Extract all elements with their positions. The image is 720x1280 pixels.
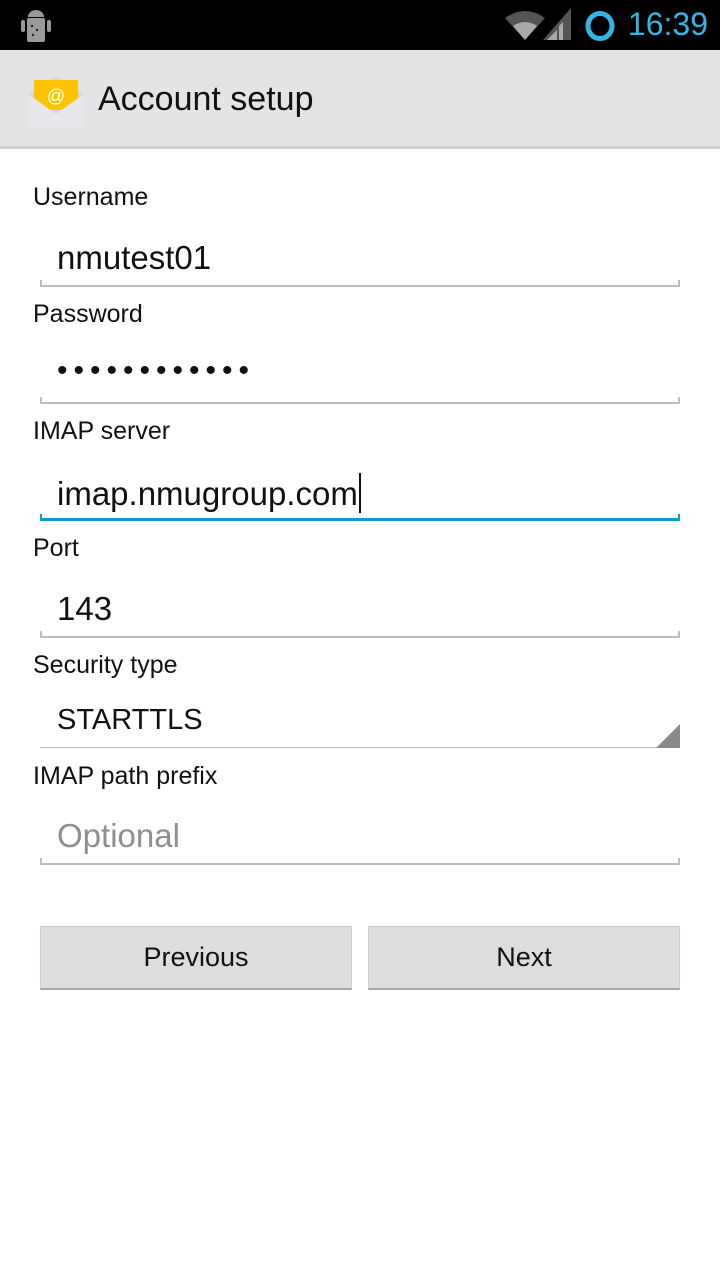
wifi-icon: [505, 11, 545, 40]
text-cursor: [358, 473, 361, 513]
imap-server-input[interactable]: imap.nmugroup.com: [40, 461, 680, 521]
email-app-icon[interactable]: @: [26, 72, 86, 130]
previous-button[interactable]: Previous: [40, 926, 352, 990]
dropdown-triangle-icon: [656, 724, 680, 748]
port-label: Port: [33, 534, 79, 562]
page-title: Account setup: [98, 80, 314, 118]
next-button[interactable]: Next: [368, 926, 680, 990]
clock: 16:39: [627, 6, 708, 42]
security-type-label: Security type: [33, 651, 178, 679]
status-bar: 16:39: [0, 0, 720, 50]
imap-path-prefix-input[interactable]: Optional: [40, 805, 680, 865]
password-label: Password: [33, 300, 143, 328]
android-debug-icon: [21, 10, 51, 42]
sync-circle-icon: [585, 11, 615, 41]
security-type-spinner[interactable]: STARTTLS: [40, 688, 680, 748]
action-bar: @ Account setup: [0, 50, 720, 149]
username-input[interactable]: nmutest01: [40, 227, 680, 287]
svg-text:@: @: [47, 86, 65, 106]
password-input[interactable]: ••••••••••••: [40, 344, 680, 404]
imap-server-label: IMAP server: [33, 417, 171, 445]
username-label: Username: [33, 183, 149, 211]
port-input[interactable]: 143: [40, 578, 680, 638]
signal-icon: [543, 8, 571, 40]
imap-path-prefix-label: IMAP path prefix: [33, 762, 218, 790]
